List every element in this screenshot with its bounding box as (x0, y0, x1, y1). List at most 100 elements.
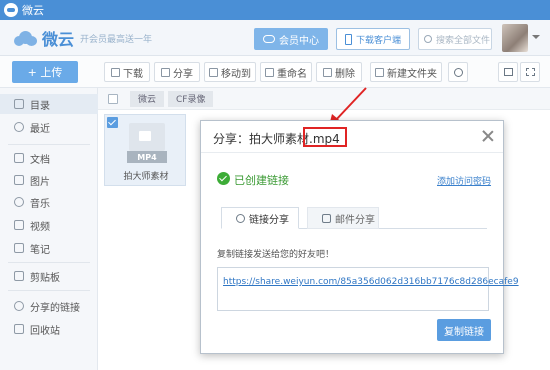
mail-icon (322, 213, 331, 223)
share-dialog: 分享：拍大师素材.mp4 已创建链接 添加访问密码 链接分享 邮件分享 复制链接… (200, 120, 519, 354)
sidebar-item-label: 目录 (30, 100, 50, 112)
chevron-down-icon[interactable] (532, 35, 540, 39)
sidebar-item-label: 图片 (30, 176, 50, 188)
sidebar-divider (8, 290, 90, 291)
refresh-icon (453, 67, 463, 77)
clock-icon (14, 122, 24, 132)
sidebar-divider (8, 262, 90, 263)
upload-button[interactable]: + 上传 (12, 61, 78, 83)
new-folder-button[interactable]: 新建文件夹 (370, 62, 442, 82)
folder-icon (375, 67, 384, 77)
clipboard-icon (14, 271, 24, 281)
close-icon[interactable] (481, 129, 495, 143)
share-link-field[interactable]: https://share.weiyun.com/85a356d062d316b… (217, 267, 519, 311)
sidebar-item-clipboard[interactable]: 剪贴板 (0, 266, 98, 286)
member-center-button[interactable]: 会员中心 (254, 28, 328, 50)
sidebar-item-label: 文档 (30, 154, 50, 166)
rename-button[interactable]: 重命名 (260, 62, 312, 82)
tab-label: 邮件分享 (335, 214, 375, 226)
brand-name: 微云 (42, 30, 75, 49)
file-name[interactable]: 拍大师素材 (105, 169, 187, 182)
list-view-button[interactable] (520, 62, 540, 82)
share-icon (161, 67, 170, 77)
download-client-button[interactable]: 下载客户端 (336, 28, 410, 50)
sidebar-item-images[interactable]: 图片 (0, 170, 98, 190)
cloud-logo-icon (12, 29, 38, 47)
search-placeholder: 搜索全部文件 (436, 35, 491, 46)
image-icon (14, 175, 24, 185)
header: 微云 开会员最高送一年 会员中心 下载客户端 搜索全部文件 (0, 20, 550, 56)
video-icon (14, 220, 24, 230)
sidebar-item-documents[interactable]: 文档 (0, 148, 98, 168)
sidebar-item-music[interactable]: 音乐 (0, 192, 98, 212)
sidebar-item-label: 音乐 (30, 198, 50, 210)
sidebar: 目录 最近 文档 图片 音乐 视频 笔记 剪贴板 分享的链接 回收站 (0, 88, 98, 370)
share-button[interactable]: 分享 (154, 62, 200, 82)
sidebar-item-video[interactable]: 视频 (0, 215, 98, 235)
move-icon (209, 67, 218, 77)
search-icon (424, 35, 432, 43)
rename-label: 重命名 (277, 68, 307, 80)
link-created-text: 已创建链接 (234, 174, 289, 187)
phone-icon (344, 33, 352, 45)
sidebar-item-shared-links[interactable]: 分享的链接 (0, 296, 98, 316)
search-input[interactable]: 搜索全部文件 (418, 28, 492, 50)
file-type-badge: MP4 (127, 151, 167, 163)
tab-link-share[interactable]: 链接分享 (221, 207, 299, 229)
video-file-icon (129, 123, 165, 151)
sidebar-divider (8, 144, 90, 145)
copy-hint-text: 复制链接发送给您的好友吧！ (217, 250, 335, 260)
trash-icon (323, 67, 332, 77)
sidebar-item-label: 视频 (30, 221, 50, 233)
tab-label: 链接分享 (249, 214, 289, 226)
add-password-link[interactable]: 添加访问密码 (437, 174, 491, 187)
cloud-icon (263, 35, 275, 43)
refresh-button[interactable] (448, 62, 468, 82)
sidebar-item-directory[interactable]: 目录 (0, 94, 98, 114)
file-checkbox[interactable] (107, 117, 118, 128)
dialog-header: 分享：拍大师素材.mp4 (201, 121, 503, 153)
annotation-highlight-box (303, 127, 347, 147)
file-item[interactable]: MP4 拍大师素材 (104, 114, 186, 186)
note-icon (14, 243, 24, 253)
sidebar-item-notes[interactable]: 笔记 (0, 238, 98, 258)
panel-icon (503, 68, 513, 76)
view-toggle-button[interactable] (498, 62, 518, 82)
trash-icon (14, 324, 24, 334)
sidebar-item-recycle-bin[interactable]: 回收站 (0, 319, 98, 339)
select-all-checkbox[interactable] (108, 93, 118, 104)
success-check-icon (217, 172, 230, 185)
toolbar: + 上传 下载 分享 移动到 重命名 删除 新建文件夹 (0, 56, 550, 88)
promo-text[interactable]: 开会员最高送一年 (80, 32, 152, 45)
delete-button[interactable]: 删除 (316, 62, 362, 82)
breadcrumb-item-root[interactable]: 微云 (130, 90, 165, 107)
download-button[interactable]: 下载 (104, 62, 150, 82)
directory-icon (14, 99, 24, 109)
download-label: 下载 (123, 68, 143, 80)
tab-email-share[interactable]: 邮件分享 (307, 207, 379, 229)
title-bar: 微云 (0, 0, 550, 20)
link-icon (236, 213, 245, 223)
share-link-url[interactable]: https://share.weiyun.com/85a356d062d316b… (223, 277, 519, 287)
download-client-label: 下载客户端 (355, 35, 401, 46)
copy-link-button[interactable]: 复制链接 (437, 319, 491, 341)
new-folder-label: 新建文件夹 (387, 68, 437, 80)
delete-label: 删除 (335, 68, 355, 80)
sidebar-item-label: 笔记 (30, 244, 50, 256)
sidebar-item-label: 分享的链接 (30, 302, 80, 314)
move-to-button[interactable]: 移动到 (204, 62, 256, 82)
avatar[interactable] (502, 24, 528, 52)
window-title: 微云 (22, 4, 44, 17)
share-label: 分享 (173, 68, 193, 80)
music-icon (14, 197, 24, 207)
logo[interactable]: 微云 (12, 26, 74, 50)
sidebar-item-label: 回收站 (30, 325, 60, 337)
breadcrumb-item-folder[interactable]: CF录像 (168, 90, 214, 107)
share-tabs: 链接分享 邮件分享 (221, 207, 487, 229)
weiyun-cloud-icon (4, 3, 18, 17)
sidebar-item-recent[interactable]: 最近 (0, 117, 98, 137)
download-icon (111, 67, 120, 77)
link-icon (14, 301, 24, 311)
rename-icon (265, 67, 274, 77)
sidebar-item-label: 最近 (30, 123, 50, 135)
